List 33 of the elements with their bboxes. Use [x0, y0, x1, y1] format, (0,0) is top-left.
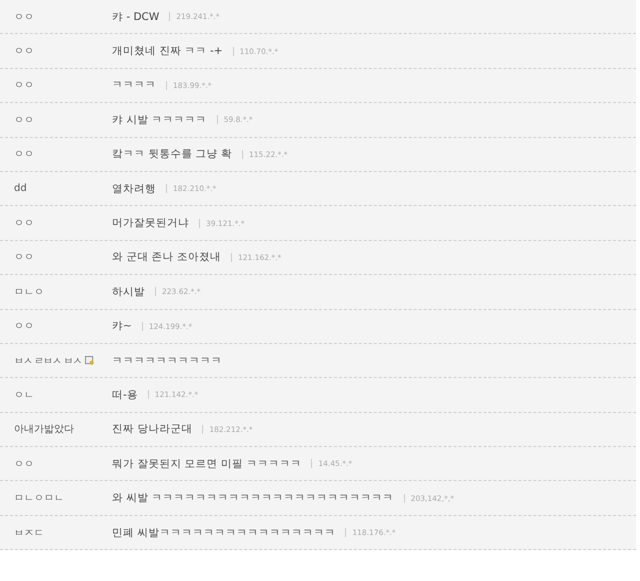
nickname: ㅁㄴㅇㅁㄴ: [14, 492, 64, 506]
comment-text: 열차려행: [111, 182, 157, 196]
comment-text: 와 군대 존나 조아졌내: [111, 250, 222, 264]
comment-text: 머가잘못된거냐: [111, 216, 190, 230]
comment-text: 캬~: [111, 319, 133, 334]
comment-text: 와 씨발 ㅋㅋㅋㅋㅋㅋㅋㅋㅋㅋㅋㅋㅋㅋㅋㅋㅋㅋㅋㅋㅋㅋ: [111, 491, 395, 506]
nickname: ㅇㅇ: [14, 114, 34, 127]
comment-text: 하시발: [111, 284, 146, 299]
nickname: ㅂㅅ ㄹㅂㅅ ㅂㅅ: [14, 354, 82, 368]
comment-text: ㅋㅋㅋㅋㅋㅋㅋㅋㅋㅋ: [111, 354, 223, 368]
comment-text: 캌ㅋㅋ 뒷통수를 그냥 확: [111, 147, 234, 162]
member-badge-icon: [85, 356, 94, 366]
nickname: dd: [14, 183, 27, 194]
comment-text: ㅋㅋㅋㅋ: [111, 78, 157, 92]
comment-text: 개미쳤네 진짜 ㅋㅋ -+: [111, 44, 224, 58]
nickname: ㅂㅈㄷ: [14, 526, 44, 540]
nickname: ㅇㄴ: [14, 388, 34, 402]
comment-text: 캬 시발 ㅋㅋㅋㅋㅋ: [111, 112, 208, 127]
nickname: ㅇㅇ: [14, 251, 34, 264]
nickname: ㅇㅇ: [14, 148, 34, 162]
nickname: ㅇㅇ: [14, 10, 34, 24]
comment-text: 캬 - DCW: [111, 10, 160, 24]
comment-text: 뭐가 잘못된지 모르면 미필 ㅋㅋㅋㅋㅋ: [111, 456, 302, 471]
nickname: ㅇㅇ: [14, 320, 34, 334]
nickname: ㅇㅇ: [14, 458, 34, 471]
nickname: 아내가밟았다: [14, 423, 74, 436]
nickname: ㅁㄴㅇ: [14, 286, 44, 299]
nickname: ㅇㅇ: [14, 217, 34, 230]
nickname: ㅇㅇ: [14, 45, 34, 58]
comment-text: 진짜 당나라군대: [111, 422, 194, 436]
comment-text: 민폐 씨발ㅋㅋㅋㅋㅋㅋㅋㅋㅋㅋㅋㅋㅋㅋㅋㅋ: [111, 526, 336, 540]
nickname: ㅇㅇ: [14, 79, 34, 92]
comment-text: 떠-용: [111, 388, 139, 402]
